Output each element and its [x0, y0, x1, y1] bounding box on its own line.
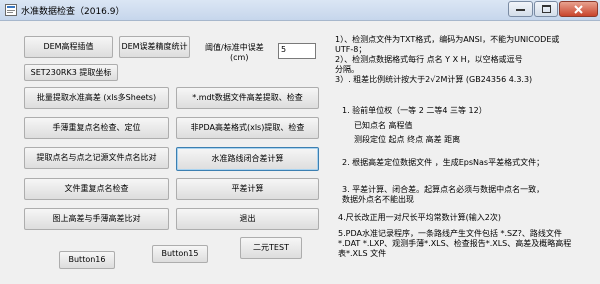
button16-label: Button16: [68, 255, 106, 265]
button16[interactable]: Button16: [59, 251, 115, 269]
dem-interpolation-label: DEM高程插值: [43, 42, 94, 52]
step-4: 4.尺长改正用一对尺长平均常数计算(输入2次): [338, 213, 501, 222]
dem-accuracy-button[interactable]: DEM误差精度统计: [119, 36, 190, 58]
file-repeat-check-button[interactable]: 文件重复点名检查: [24, 178, 169, 200]
step-3-line-2: 数据外点名不能出现: [342, 195, 414, 204]
close-icon: [574, 4, 583, 14]
extract-compare-button[interactable]: 提取点名与点之记源文件点名比对: [24, 147, 169, 169]
step-1: 1. 验前单位权（一等 2 二等4 三等 12）: [342, 106, 487, 115]
step-1-known-points: 已知点名 高程值: [354, 121, 413, 130]
exit-button[interactable]: 退出: [176, 208, 319, 230]
app-icon: [5, 4, 17, 16]
non-pda-check-label: 非PDA高差格式(xls)提取、检查: [190, 123, 305, 133]
set230rk3-button[interactable]: SET230RK3 提取坐标: [24, 64, 118, 81]
binary-test-label: 二元TEST: [253, 243, 289, 253]
manual-point-check-label: 手薄重复点名检查、定位: [52, 123, 141, 133]
step-5-line-2: *.DAT *.LXP、观测手薄*.XLS、检查报告*.XLS、高差及概略高程: [338, 239, 572, 248]
window-title: 水准数据检查（2016.9）: [21, 7, 125, 17]
minimize-icon: [516, 9, 525, 11]
note-2-line-2: 分隔。: [335, 65, 359, 74]
threshold-input[interactable]: 5: [278, 43, 316, 59]
adjustment-button[interactable]: 平差计算: [176, 178, 319, 200]
mdt-extract-label: *.mdt数据文件高差提取、检查: [192, 93, 303, 103]
step-1-section-locate: 测段定位 起点 终点 高差 距离: [354, 135, 461, 144]
set230rk3-label: SET230RK3 提取坐标: [30, 67, 112, 77]
adjustment-label: 平差计算: [231, 184, 264, 194]
step-3-line-1: 3. 平差计算、闭合差。起算点名必须与数据中点名一致，: [342, 185, 545, 194]
non-pda-check-button[interactable]: 非PDA高差格式(xls)提取、检查: [176, 117, 319, 139]
note-3: 3）. 粗差比例统计按大于2√2M计算 (GB24356 4.3.3): [335, 75, 533, 84]
dem-interpolation-button[interactable]: DEM高程插值: [24, 36, 113, 58]
note-2-line-1: 2）、检测点数据格式每行 点名 Y X H，以空格或逗号: [335, 55, 523, 64]
threshold-label: 阈值/标准中误差: [205, 43, 264, 52]
note-1-line-1: 1）、检测点文件为TXT格式，编码为ANSI，不能为UNICODE或: [335, 35, 560, 44]
batch-extract-button[interactable]: 批量提取水准高差 (xls多Sheets): [24, 87, 169, 109]
extract-compare-label: 提取点名与点之记源文件点名比对: [36, 153, 157, 163]
threshold-unit: (cm): [230, 53, 249, 62]
map-vs-manual-label: 图上高差与手薄高差比对: [52, 214, 141, 224]
close-button[interactable]: [559, 1, 598, 17]
mdt-extract-button[interactable]: *.mdt数据文件高差提取、检查: [176, 87, 319, 109]
title-bar: 水准数据检查（2016.9）: [0, 0, 600, 21]
manual-point-check-button[interactable]: 手薄重复点名检查、定位: [24, 117, 169, 139]
closure-calc-label: 水准路线闭合差计算: [211, 154, 284, 164]
file-repeat-check-label: 文件重复点名检查: [64, 184, 129, 194]
binary-test-button[interactable]: 二元TEST: [240, 237, 302, 259]
closure-calc-button[interactable]: 水准路线闭合差计算: [176, 147, 319, 171]
button15[interactable]: Button15: [152, 245, 208, 263]
batch-extract-label: 批量提取水准高差 (xls多Sheets): [36, 93, 157, 103]
dem-accuracy-label: DEM误差精度统计: [121, 42, 188, 52]
minimize-button[interactable]: [508, 1, 533, 17]
step-5-line-3: 表*.XLS 文件: [338, 249, 387, 258]
note-1-line-2: UTF-8；: [335, 45, 367, 54]
maximize-button[interactable]: [534, 1, 558, 17]
exit-label: 退出: [239, 214, 256, 224]
step-5-line-1: 5.PDA水准记录程序，一条路线产生文件包括 *.SZ?、路线文件: [338, 229, 562, 238]
map-vs-manual-button[interactable]: 图上高差与手薄高差比对: [24, 208, 169, 230]
button15-label: Button15: [161, 249, 199, 259]
step-2: 2. 根据高差定位数据文件 ，生成EpsNas平差格式文件；: [342, 158, 545, 167]
maximize-icon: [541, 5, 551, 13]
